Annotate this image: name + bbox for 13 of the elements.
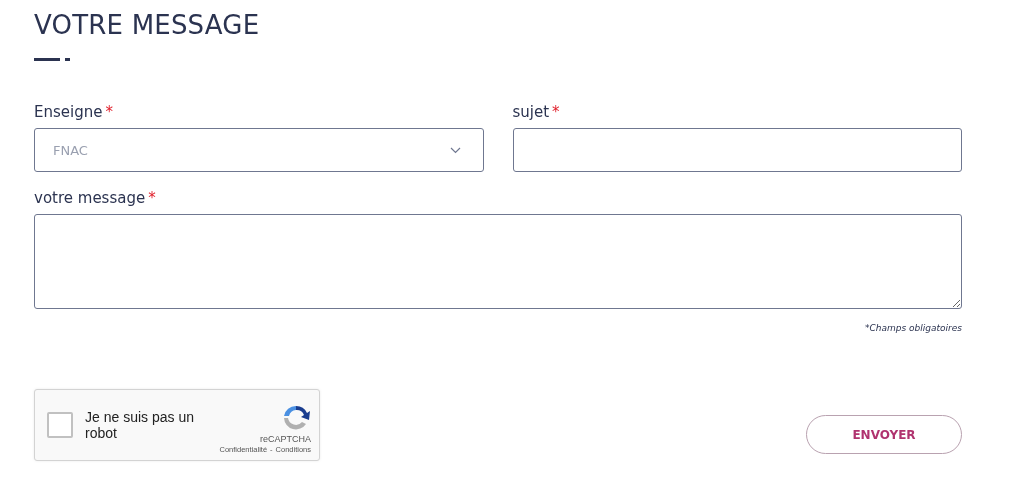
send-button[interactable]: ENVOYER bbox=[806, 415, 962, 454]
message-field[interactable] bbox=[34, 214, 962, 309]
title-underline-icon bbox=[34, 58, 70, 62]
field-label: sujet * bbox=[512, 102, 561, 122]
required-note: *Champs obligatoires bbox=[864, 323, 962, 333]
captcha-checkbox[interactable] bbox=[47, 412, 73, 438]
input-field[interactable] bbox=[512, 128, 962, 172]
field-label: Enseigne * bbox=[34, 102, 114, 122]
field-label: votre message * bbox=[34, 188, 157, 208]
recaptcha-brand: reCAPTCHA bbox=[260, 433, 311, 444]
section-title: VOTRE MESSAGE bbox=[34, 9, 261, 42]
captcha-label: Je ne suis pas un robot bbox=[85, 409, 195, 441]
chevron-down-icon bbox=[449, 146, 461, 154]
